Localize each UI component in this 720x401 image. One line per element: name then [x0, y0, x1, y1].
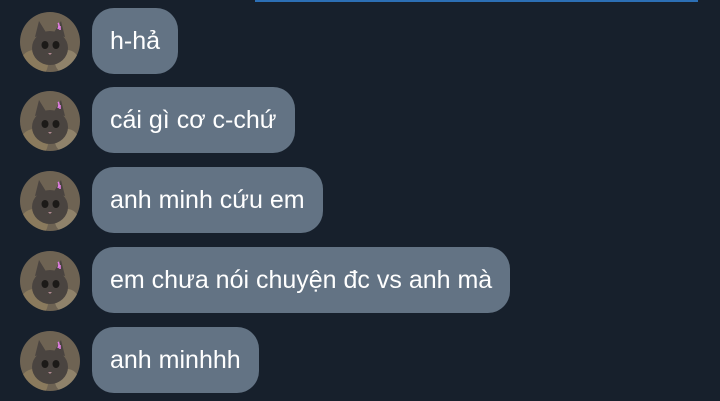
message-bubble[interactable]: em chưa nói chuyện đc vs anh mà: [92, 247, 511, 313]
selection-accent-line: [255, 0, 698, 2]
avatar[interactable]: [20, 251, 80, 311]
avatar[interactable]: [20, 331, 80, 391]
message-row: em chưa nói chuyện đc vs anh mà: [0, 247, 720, 313]
cat-avatar-icon: [20, 91, 80, 151]
cat-avatar-icon: [20, 12, 80, 72]
cat-avatar-icon: [20, 251, 80, 311]
message-row: anh minh cứu em: [0, 167, 720, 233]
message-row: anh minhhh: [0, 327, 720, 393]
message-row: cái gì cơ c-chứ: [0, 87, 720, 153]
cat-avatar-icon: [20, 331, 80, 391]
message-row: h-hả: [0, 8, 720, 74]
avatar[interactable]: [20, 91, 80, 151]
avatar[interactable]: [20, 12, 80, 72]
message-bubble[interactable]: anh minhhh: [92, 327, 259, 393]
message-bubble[interactable]: cái gì cơ c-chứ: [92, 87, 295, 153]
message-bubble[interactable]: anh minh cứu em: [92, 167, 323, 233]
avatar[interactable]: [20, 171, 80, 231]
cat-avatar-icon: [20, 171, 80, 231]
message-bubble[interactable]: h-hả: [92, 8, 179, 74]
